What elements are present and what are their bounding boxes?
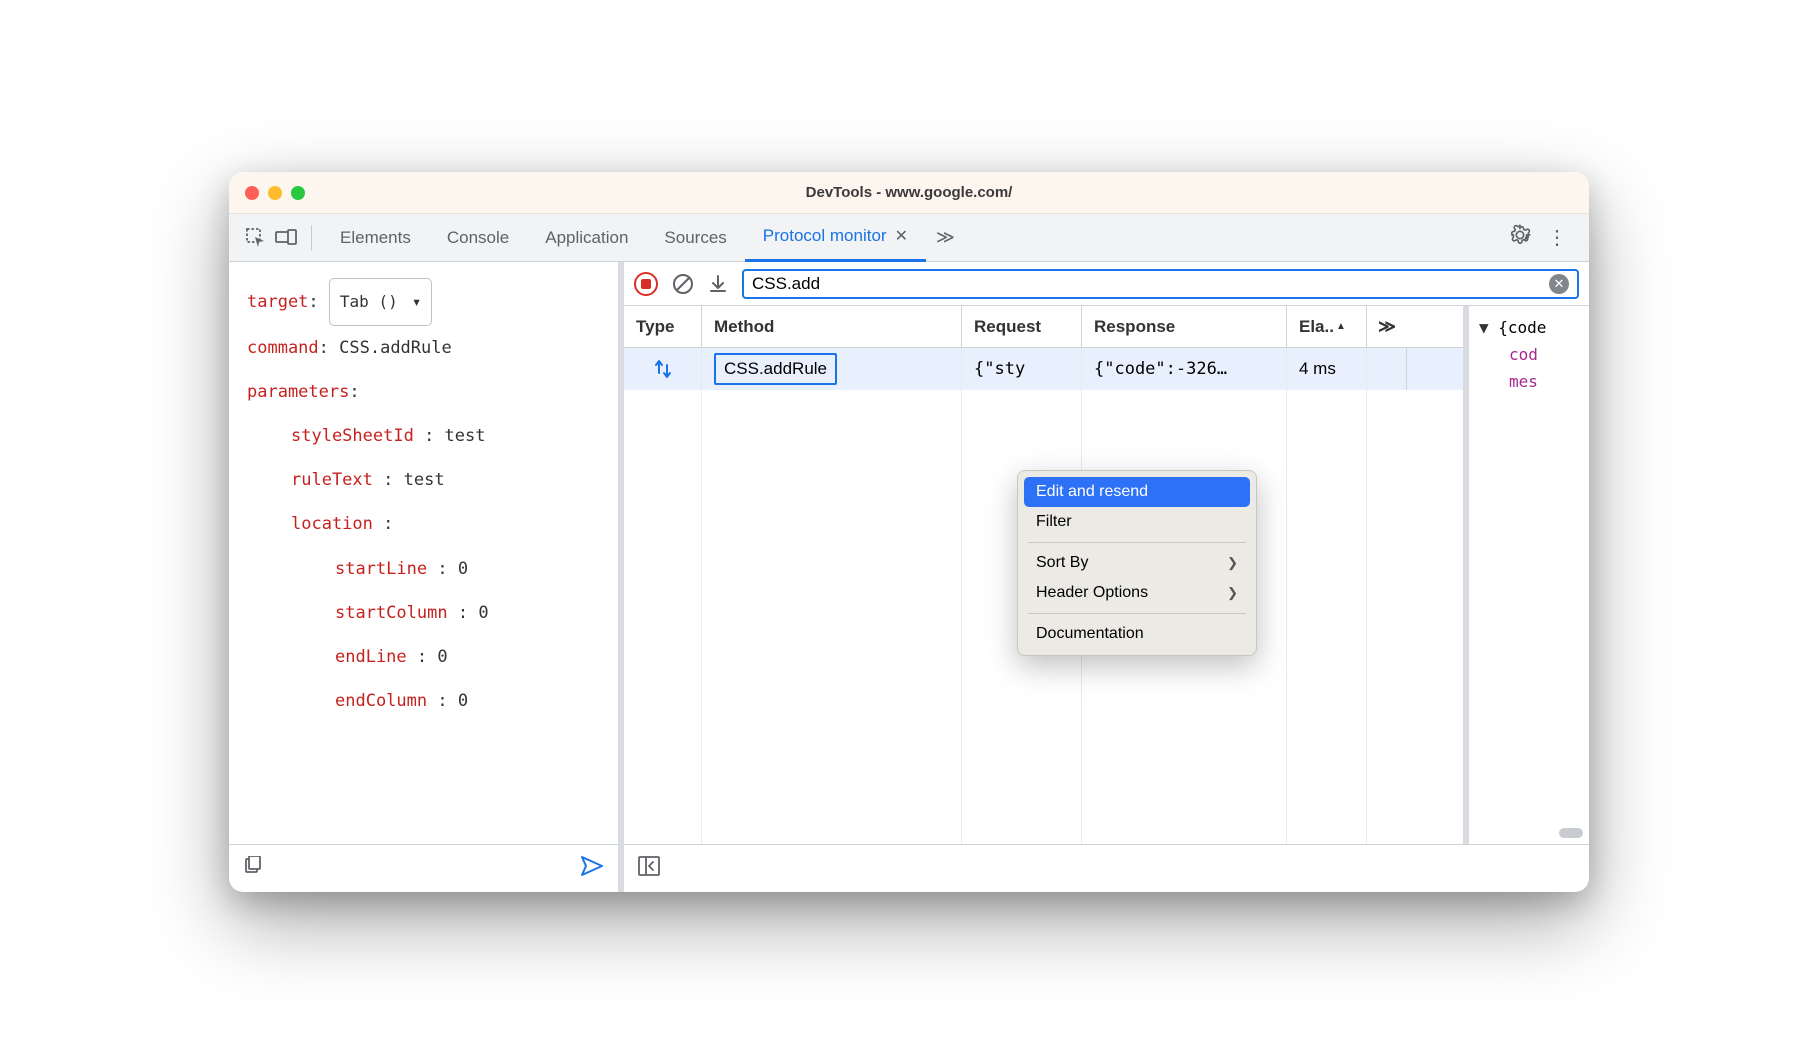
more-menu-icon[interactable]: ⋮ (1537, 225, 1577, 250)
tab-application[interactable]: Application (527, 214, 646, 262)
col-method[interactable]: Method (702, 306, 962, 347)
log-toolbar: ✕ (624, 262, 1589, 306)
target-value: Tab () (340, 281, 398, 323)
separator (311, 225, 312, 251)
command-editor-content[interactable]: target: Tab () ▾ command: CSS.addRule pa… (229, 262, 618, 844)
cell-method: CSS.addRule (702, 348, 962, 390)
details-pane[interactable]: ▼ {code cod mes (1469, 306, 1589, 844)
minimize-window-button[interactable] (268, 186, 282, 200)
cell-request: {"sty (962, 348, 1082, 390)
tab-sources[interactable]: Sources (646, 214, 744, 262)
cm-documentation[interactable]: Documentation (1024, 619, 1250, 649)
cell-elapsed: 4 ms (1287, 348, 1367, 390)
cm-edit-resend[interactable]: Edit and resend (1024, 477, 1250, 507)
tab-protocol-monitor[interactable]: Protocol monitor ✕ (745, 214, 926, 262)
send-button[interactable] (580, 855, 604, 882)
window-title: DevTools - www.google.com/ (229, 184, 1589, 201)
titlebar: DevTools - www.google.com/ (229, 172, 1589, 214)
inspect-element-icon[interactable] (241, 223, 271, 253)
tab-console[interactable]: Console (429, 214, 527, 262)
command-value: CSS.addRule (339, 338, 452, 358)
cell-response: {"code":-326… (1082, 348, 1287, 390)
tabbar: Elements Console Application Sources Pro… (229, 214, 1589, 262)
scrollbar-thumb[interactable] (1559, 828, 1583, 838)
parameters-label: parameters (247, 382, 349, 402)
toggle-panel-icon[interactable] (638, 856, 660, 881)
more-tabs-icon[interactable]: ≫ (926, 227, 965, 248)
traffic-lights (245, 186, 305, 200)
cell-type (624, 348, 702, 390)
download-icon[interactable] (708, 274, 728, 294)
copy-icon[interactable] (243, 856, 263, 881)
cm-header-options[interactable]: Header Options❯ (1024, 578, 1250, 608)
record-button[interactable] (634, 272, 658, 296)
cm-filter[interactable]: Filter (1024, 507, 1250, 537)
col-request[interactable]: Request (962, 306, 1082, 347)
tab-elements[interactable]: Elements (322, 214, 429, 262)
command-label: command (247, 338, 319, 358)
cm-separator (1028, 542, 1246, 543)
column-headers: Type Method Request Response Ela..▲ ≫ (624, 306, 1463, 348)
target-label: target (247, 292, 308, 312)
chevron-down-icon: ▾ (412, 281, 422, 323)
col-response[interactable]: Response (1082, 306, 1287, 347)
clear-filter-icon[interactable]: ✕ (1549, 274, 1569, 294)
col-elapsed[interactable]: Ela..▲ (1287, 306, 1367, 347)
chevron-right-icon: ❯ (1227, 555, 1238, 571)
maximize-window-button[interactable] (291, 186, 305, 200)
close-tab-icon[interactable]: ✕ (895, 226, 908, 246)
command-editor-pane: target: Tab () ▾ command: CSS.addRule pa… (229, 262, 624, 892)
table-row[interactable]: CSS.addRule {"sty {"code":-326… 4 ms (624, 348, 1463, 390)
target-select[interactable]: Tab () ▾ (329, 278, 432, 326)
chevron-right-icon: ❯ (1227, 585, 1238, 601)
settings-icon[interactable] (1503, 224, 1537, 251)
clear-icon[interactable] (672, 273, 694, 295)
left-pane-footer (229, 844, 618, 892)
device-toggle-icon[interactable] (271, 223, 301, 253)
col-more[interactable]: ≫ (1367, 306, 1407, 347)
body-area: target: Tab () ▾ command: CSS.addRule pa… (229, 262, 1589, 892)
right-pane-footer (624, 844, 1589, 892)
cell-more (1367, 348, 1407, 390)
sort-asc-icon: ▲ (1336, 321, 1346, 332)
devtools-window: DevTools - www.google.com/ Elements Cons… (229, 172, 1589, 892)
close-window-button[interactable] (245, 186, 259, 200)
filter-input[interactable] (752, 274, 1549, 294)
col-type[interactable]: Type (624, 306, 702, 347)
details-line: ▼ {code (1479, 314, 1579, 341)
cm-sort-by[interactable]: Sort By❯ (1024, 548, 1250, 578)
filter-box[interactable]: ✕ (742, 269, 1579, 299)
updown-arrows-icon (654, 359, 672, 379)
context-menu: Edit and resend Filter Sort By❯ Header O… (1017, 470, 1257, 656)
cm-separator (1028, 613, 1246, 614)
